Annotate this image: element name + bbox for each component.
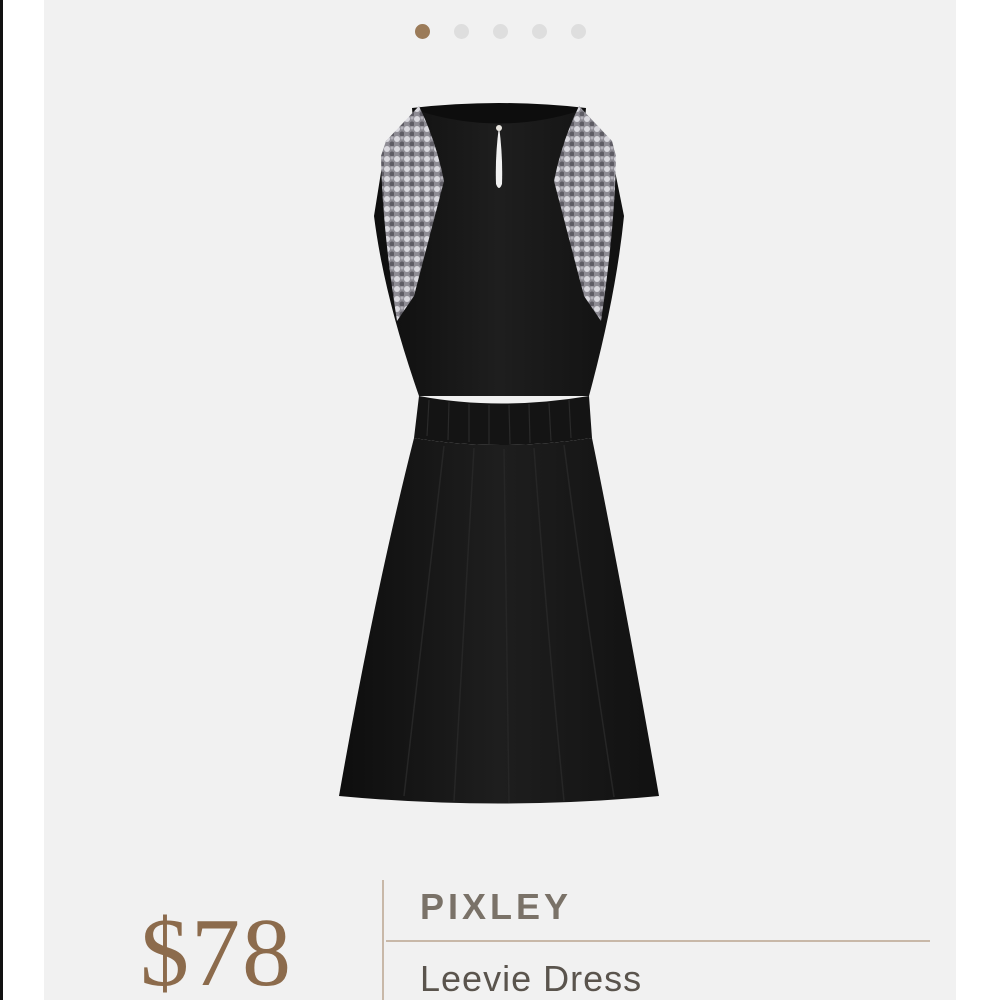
product-name: Leevie Dress: [420, 958, 643, 999]
carousel-dot-5[interactable]: [570, 24, 586, 39]
carousel-pagination: [44, 24, 956, 39]
carousel-dot-3[interactable]: [492, 24, 508, 39]
price: $78: [140, 899, 293, 1000]
product-card: $78 PIXLEY Leevie Dress: [44, 0, 956, 1000]
carousel-dot-2[interactable]: [453, 24, 469, 39]
brand-name: PIXLEY: [420, 886, 573, 927]
horizontal-divider: [386, 940, 930, 942]
carousel-dot-1[interactable]: [414, 24, 430, 39]
vertical-divider: [382, 880, 384, 1000]
left-divider: [0, 0, 3, 1000]
dress-image: [339, 103, 659, 804]
carousel-dot-4[interactable]: [531, 24, 547, 39]
